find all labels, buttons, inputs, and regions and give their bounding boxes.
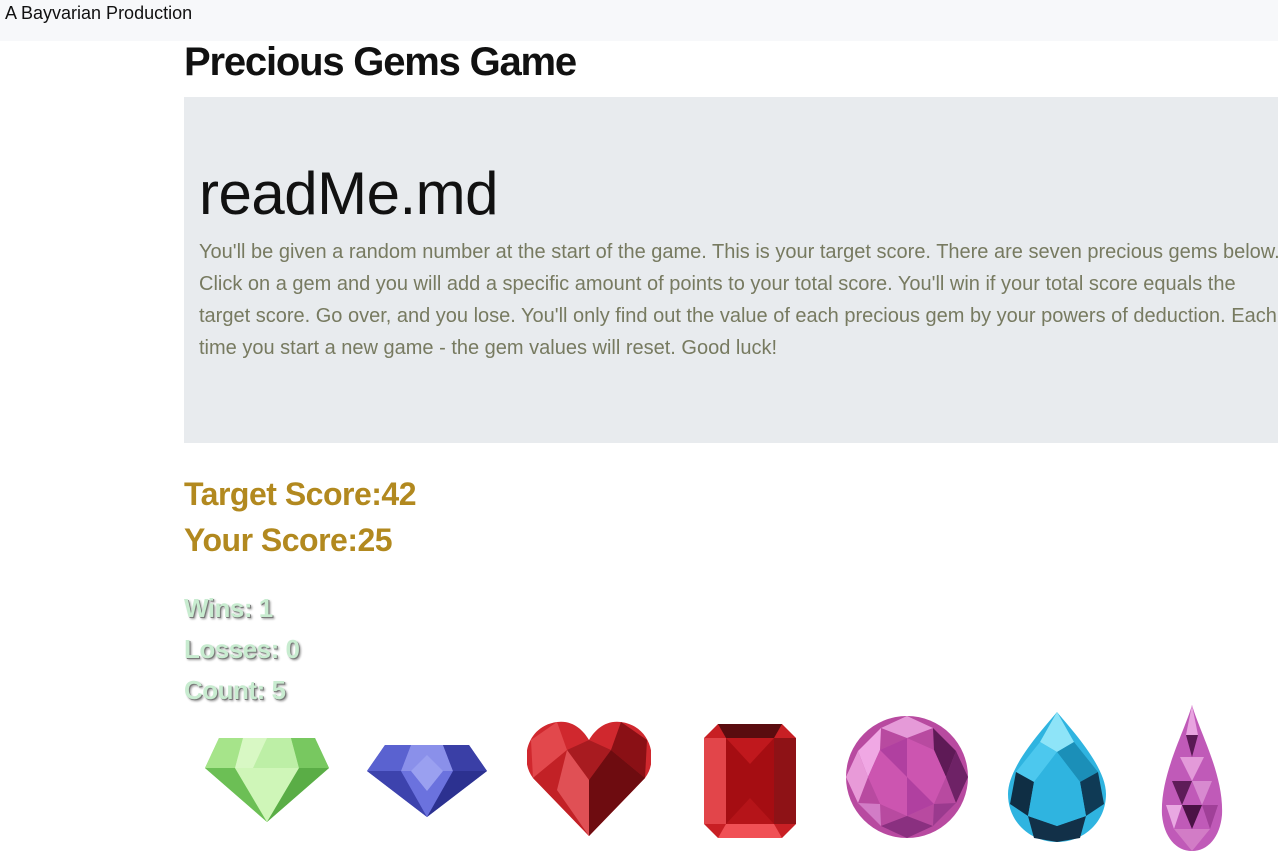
your-score-label: Your Score:	[184, 522, 358, 558]
blue-pear-gem[interactable]	[1008, 712, 1106, 842]
wins-value: 1	[258, 593, 273, 623]
brand-text[interactable]: A Bayvarian Production	[5, 3, 192, 24]
readme-title: readMe.md	[199, 160, 498, 227]
target-score: Target Score:42	[184, 476, 416, 513]
readme-body: You'll be given a random number at the s…	[199, 241, 1278, 359]
blue-pear-icon	[1008, 712, 1106, 842]
count-value: 5	[271, 675, 286, 705]
red-heart-gem[interactable]	[527, 720, 651, 836]
losses-label: Losses:	[184, 634, 286, 664]
red-emerald-cut-gem[interactable]	[704, 724, 796, 838]
wins-stat: Wins: 1	[184, 593, 273, 624]
red-heart-icon	[527, 721, 651, 836]
blue-sapphire-icon	[367, 745, 487, 817]
navbar: A Bayvarian Production	[0, 0, 1278, 41]
pink-round-gem[interactable]	[846, 716, 968, 838]
pink-teardrop-icon	[1161, 705, 1223, 851]
target-score-label: Target Score:	[184, 476, 382, 512]
blue-sapphire-gem[interactable]	[367, 745, 487, 817]
count-label: Count:	[184, 675, 272, 705]
wins-label: Wins:	[184, 593, 259, 623]
green-diamond-icon	[205, 738, 329, 822]
green-diamond-gem[interactable]	[205, 738, 329, 822]
your-score: Your Score:25	[184, 522, 393, 559]
losses-value: 0	[285, 634, 300, 664]
readme-panel: readMe.md You'll be given a random numbe…	[184, 97, 1278, 443]
pink-round-icon	[846, 716, 968, 838]
red-emerald-cut-icon	[704, 724, 796, 838]
page-title: Precious Gems Game	[184, 40, 577, 84]
losses-stat: Losses: 0	[184, 634, 300, 665]
pink-teardrop-gem[interactable]	[1160, 705, 1224, 851]
your-score-value: 25	[357, 522, 393, 558]
target-score-value: 42	[381, 476, 416, 512]
count-stat: Count: 5	[184, 675, 286, 706]
